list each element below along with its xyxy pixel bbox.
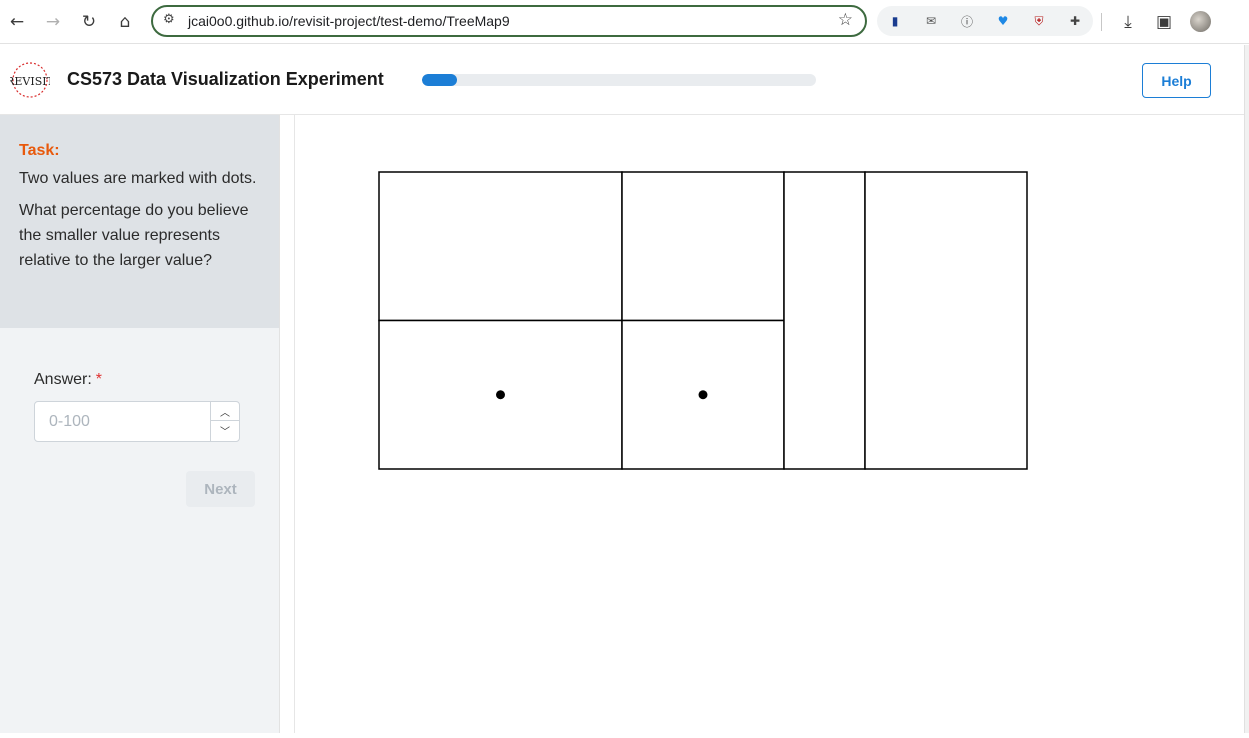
treemap-cell-E <box>783 171 866 470</box>
browser-toolbar: ← → ↻ ⌂ ⚙ jcai0o0.github.io/revisit-proj… <box>0 0 1249 44</box>
extension-shield-icon[interactable]: ⛨ <box>1030 12 1048 30</box>
extension-password-icon[interactable]: ⓘ <box>958 12 976 30</box>
answer-field: ︿ ﹀ <box>34 401 240 442</box>
extensions-icon[interactable]: ✚ <box>1066 12 1084 30</box>
extension-bird-icon[interactable]: ♥ <box>994 12 1012 30</box>
required-marker: * <box>95 371 103 388</box>
svg-text:REVISIT: REVISIT <box>10 75 50 88</box>
url-text[interactable]: jcai0o0.github.io/revisit-project/test-d… <box>188 13 510 29</box>
address-bar[interactable]: ⚙ jcai0o0.github.io/revisit-project/test… <box>151 5 867 37</box>
task-panel: Task: Two values are marked with dots. W… <box>0 115 279 328</box>
marker-dot-B <box>496 390 505 400</box>
page-scrollbar[interactable] <box>1244 45 1249 733</box>
back-icon[interactable]: ← <box>5 10 29 34</box>
stepper-up-icon[interactable]: ︿ <box>211 402 239 421</box>
treemap-chart <box>378 171 1028 470</box>
treemap-cell-A <box>378 171 623 322</box>
answer-label: Answer: * <box>34 371 102 389</box>
marker-dot-D <box>698 390 708 400</box>
extension-reader-icon[interactable]: ▮ <box>886 12 904 30</box>
side-panel-icon[interactable]: ▣ <box>1152 10 1176 34</box>
forward-icon[interactable]: → <box>41 10 65 34</box>
extensions-group: ▮ ✉ ⓘ ♥ ⛨ ✚ <box>877 6 1093 36</box>
progress-fill <box>422 74 458 86</box>
next-button[interactable]: Next <box>186 471 255 507</box>
bookmark-star-icon[interactable]: ☆ <box>838 10 853 30</box>
home-icon[interactable]: ⌂ <box>113 10 137 34</box>
sidebar: Task: Two values are marked with dots. W… <box>0 115 280 733</box>
quantity-stepper: ︿ ﹀ <box>210 402 239 441</box>
answer-label-text: Answer: <box>34 371 92 388</box>
toolbar-divider <box>1101 13 1102 31</box>
task-question: What percentage do you believe the small… <box>19 202 249 269</box>
extension-mail-icon[interactable]: ✉ <box>922 12 940 30</box>
download-icon[interactable]: ⤓ <box>1116 10 1140 34</box>
progress-bar <box>422 74 816 86</box>
page-title: CS573 Data Visualization Experiment <box>67 69 384 89</box>
stepper-down-icon[interactable]: ﹀ <box>211 421 239 440</box>
revisit-logo: REVISIT <box>10 62 50 98</box>
site-settings-icon[interactable]: ⚙ <box>163 12 175 27</box>
task-description: Two values are marked with dots. <box>19 170 257 187</box>
help-button[interactable]: Help <box>1142 63 1211 98</box>
treemap-cell-C <box>621 171 785 322</box>
treemap-cell-F <box>864 171 1028 470</box>
stimulus-area <box>294 115 1244 733</box>
reload-icon[interactable]: ↻ <box>77 10 101 34</box>
answer-input[interactable] <box>35 402 211 441</box>
profile-avatar[interactable] <box>1190 11 1211 32</box>
app-header: REVISIT CS573 Data Visualization Experim… <box>0 45 1244 115</box>
task-label: Task: <box>19 142 60 159</box>
